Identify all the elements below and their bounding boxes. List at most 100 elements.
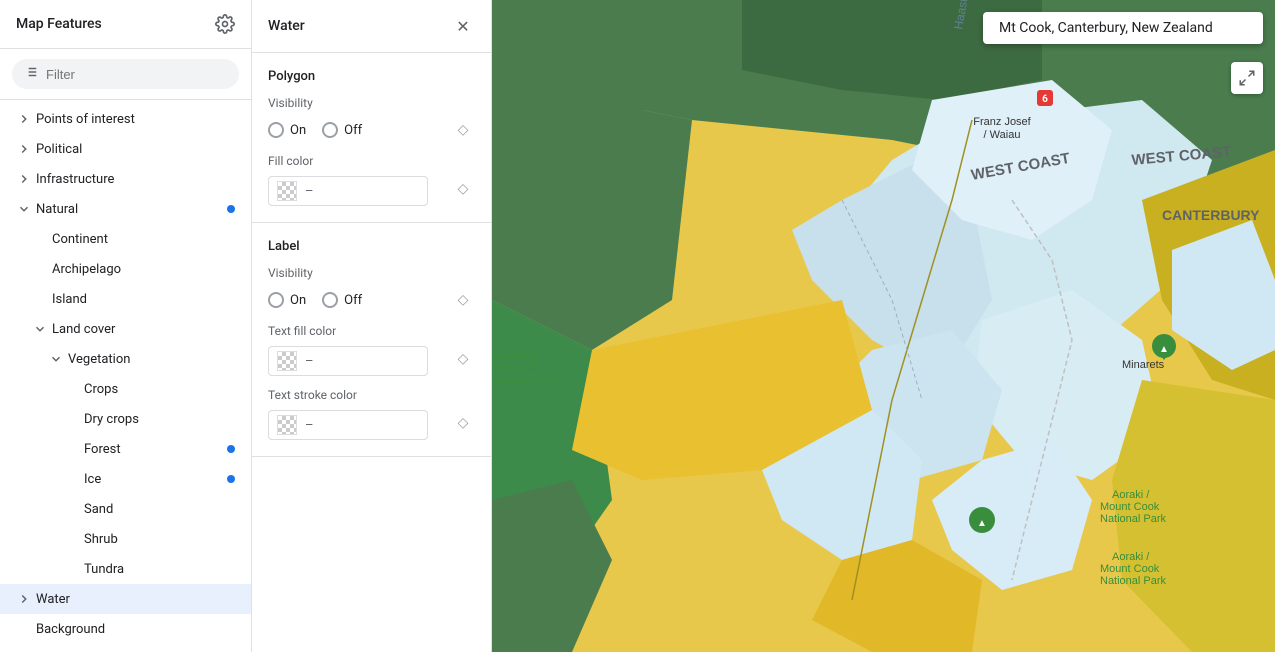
- sidebar: Map Features Points of interes: [0, 0, 252, 652]
- svg-text:Aoraki /: Aoraki /: [1112, 551, 1150, 563]
- sidebar-item-forest[interactable]: Forest: [0, 434, 251, 464]
- land-cover-chevron: [32, 321, 48, 337]
- svg-text:CANTERBURY: CANTERBURY: [1162, 207, 1260, 223]
- sand-label: Sand: [84, 502, 235, 517]
- text-fill-color-diamond[interactable]: ◇: [451, 347, 475, 371]
- sidebar-item-archipelago[interactable]: Archipelago: [0, 254, 251, 284]
- tundra-chevron: [64, 561, 80, 577]
- filter-input-wrap[interactable]: [12, 59, 239, 89]
- text-stroke-color-preview: [277, 415, 297, 435]
- polygon-on-option[interactable]: On: [268, 122, 306, 138]
- label-section-title: Label: [268, 239, 475, 254]
- sidebar-item-sand[interactable]: Sand: [0, 494, 251, 524]
- infrastructure-chevron: [16, 171, 32, 187]
- polygon-visibility-row: On Off ◇: [268, 118, 475, 142]
- text-stroke-color-row: Text stroke color – ◇: [268, 388, 475, 440]
- label-visibility-label: Visibility: [268, 266, 475, 280]
- text-fill-color-value: –: [305, 354, 314, 369]
- polygon-visibility-diamond[interactable]: ◇: [451, 118, 475, 142]
- sidebar-item-island[interactable]: Island: [0, 284, 251, 314]
- filter-icon: [24, 65, 38, 83]
- sidebar-item-background[interactable]: Background: [0, 614, 251, 644]
- continent-chevron: [32, 231, 48, 247]
- label-off-radio[interactable]: [322, 292, 338, 308]
- polygon-off-option[interactable]: Off: [322, 122, 362, 138]
- sidebar-title: Map Features: [16, 16, 102, 32]
- sidebar-item-crops[interactable]: Crops: [0, 374, 251, 404]
- filter-input[interactable]: [46, 67, 227, 82]
- continent-label: Continent: [52, 232, 235, 247]
- water-label: Water: [36, 592, 235, 607]
- sidebar-item-dry-crops[interactable]: Dry crops: [0, 404, 251, 434]
- close-button[interactable]: ✕: [451, 14, 475, 38]
- sidebar-item-infrastructure[interactable]: Infrastructure: [0, 164, 251, 194]
- shrub-label: Shrub: [84, 532, 235, 547]
- background-label: Background: [36, 622, 235, 637]
- polygon-off-radio[interactable]: [322, 122, 338, 138]
- gear-icon[interactable]: [215, 14, 235, 34]
- land-cover-label: Land cover: [52, 322, 235, 337]
- text-stroke-color-label: Text stroke color: [268, 388, 443, 402]
- fullscreen-button[interactable]: [1231, 62, 1263, 94]
- panel-title: Water: [268, 18, 305, 34]
- svg-text:6: 6: [1042, 94, 1048, 105]
- label-on-label: On: [290, 293, 306, 308]
- polygon-section-title: Polygon: [268, 69, 475, 84]
- text-stroke-color-diamond[interactable]: ◇: [451, 411, 475, 435]
- fill-color-label: Fill color: [268, 154, 443, 168]
- sidebar-header: Map Features: [0, 0, 251, 49]
- svg-text:Franz Josef: Franz Josef: [973, 116, 1031, 128]
- sidebar-item-natural[interactable]: Natural: [0, 194, 251, 224]
- forest-label: Forest: [84, 442, 227, 457]
- vegetation-label: Vegetation: [68, 352, 235, 367]
- island-label: Island: [52, 292, 235, 307]
- svg-text:National Park: National Park: [1100, 575, 1167, 587]
- points-of-interest-label: Points of interest: [36, 112, 235, 127]
- sidebar-item-ice[interactable]: Ice: [0, 464, 251, 494]
- natural-label: Natural: [36, 202, 227, 217]
- text-fill-color-label: Text fill color: [268, 324, 443, 338]
- polygon-section: Polygon Visibility On Off ◇ Fill color: [252, 53, 491, 223]
- archipelago-label: Archipelago: [52, 262, 235, 277]
- political-label: Political: [36, 142, 235, 157]
- svg-text:Tai Poutini: Tai Poutini: [492, 363, 543, 375]
- sand-chevron: [64, 501, 80, 517]
- sidebar-item-continent[interactable]: Continent: [0, 224, 251, 254]
- fill-color-row: Fill color – ◇: [268, 154, 475, 206]
- svg-text:▲: ▲: [1159, 344, 1169, 355]
- fill-color-diamond[interactable]: ◇: [451, 177, 475, 201]
- fill-color-preview: [277, 181, 297, 201]
- sidebar-item-political[interactable]: Political: [0, 134, 251, 164]
- polygon-off-label: Off: [344, 123, 362, 138]
- natural-dot: [227, 205, 235, 213]
- fill-color-swatch[interactable]: –: [268, 176, 428, 206]
- svg-text:Mount Cook: Mount Cook: [1100, 501, 1160, 513]
- background-chevron: [16, 621, 32, 637]
- sidebar-item-tundra[interactable]: Tundra: [0, 554, 251, 584]
- water-chevron: [16, 591, 32, 607]
- text-fill-color-swatch[interactable]: –: [268, 346, 428, 376]
- vegetation-chevron: [48, 351, 64, 367]
- label-on-option[interactable]: On: [268, 292, 306, 308]
- label-section: Label Visibility On Off ◇ Text fill colo…: [252, 223, 491, 457]
- panel-header: Water ✕: [252, 0, 491, 53]
- dry-crops-chevron: [64, 411, 80, 427]
- tundra-label: Tundra: [84, 562, 235, 577]
- label-visibility-diamond[interactable]: ◇: [451, 288, 475, 312]
- svg-text:Westland: Westland: [492, 351, 538, 363]
- ice-chevron: [64, 471, 80, 487]
- sidebar-item-vegetation[interactable]: Vegetation: [0, 344, 251, 374]
- label-on-radio[interactable]: [268, 292, 284, 308]
- sidebar-item-points-of-interest[interactable]: Points of interest: [0, 104, 251, 134]
- polygon-on-radio[interactable]: [268, 122, 284, 138]
- sidebar-item-shrub[interactable]: Shrub: [0, 524, 251, 554]
- sidebar-item-land-cover[interactable]: Land cover: [0, 314, 251, 344]
- dry-crops-label: Dry crops: [84, 412, 235, 427]
- label-off-option[interactable]: Off: [322, 292, 362, 308]
- sidebar-item-water[interactable]: Water: [0, 584, 251, 614]
- text-stroke-color-swatch[interactable]: –: [268, 410, 428, 440]
- forest-dot: [227, 445, 235, 453]
- infrastructure-label: Infrastructure: [36, 172, 235, 187]
- map-search: Mt Cook, Canterbury, New Zealand: [983, 12, 1263, 44]
- map-search-text: Mt Cook, Canterbury, New Zealand: [999, 20, 1213, 36]
